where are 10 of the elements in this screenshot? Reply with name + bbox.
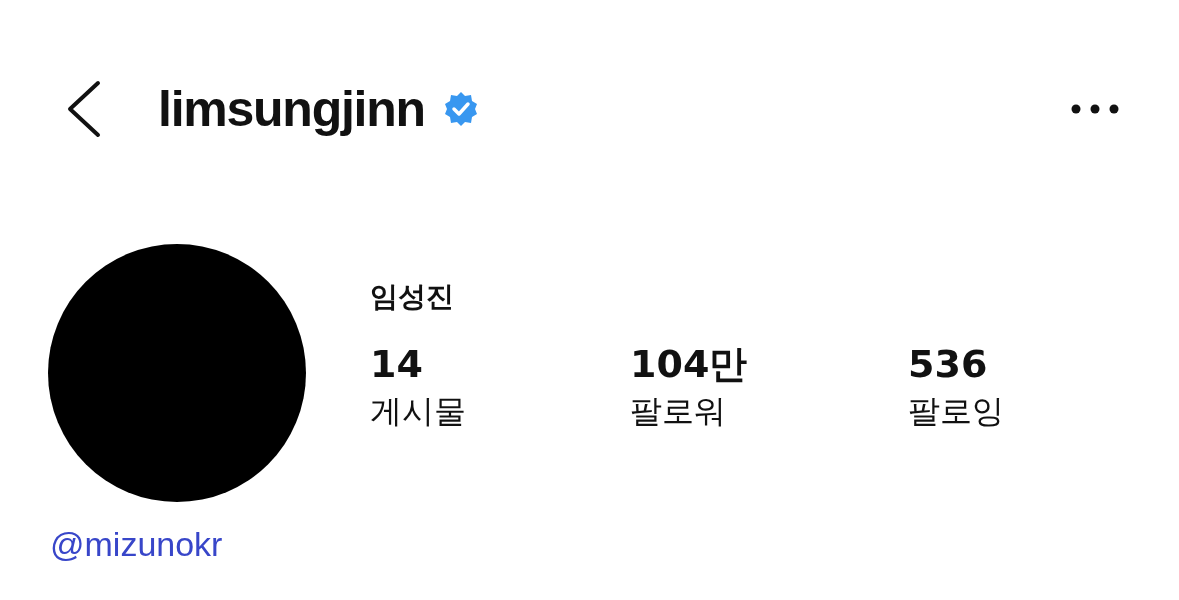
stat-label[interactable]: 팔로워: [630, 388, 726, 434]
stat-count: 14: [370, 341, 423, 388]
username: limsungjinn: [158, 79, 425, 139]
profile-link[interactable]: @mizunokr: [50, 522, 223, 566]
stat-count: 104만: [630, 341, 748, 388]
profile-name: 임성진: [370, 279, 455, 315]
stat-label[interactable]: 팔로잉: [908, 388, 1004, 434]
more-icon[interactable]: [1071, 104, 1119, 114]
stat-count: 536: [908, 341, 988, 388]
stat-label[interactable]: 게시물: [370, 388, 466, 434]
